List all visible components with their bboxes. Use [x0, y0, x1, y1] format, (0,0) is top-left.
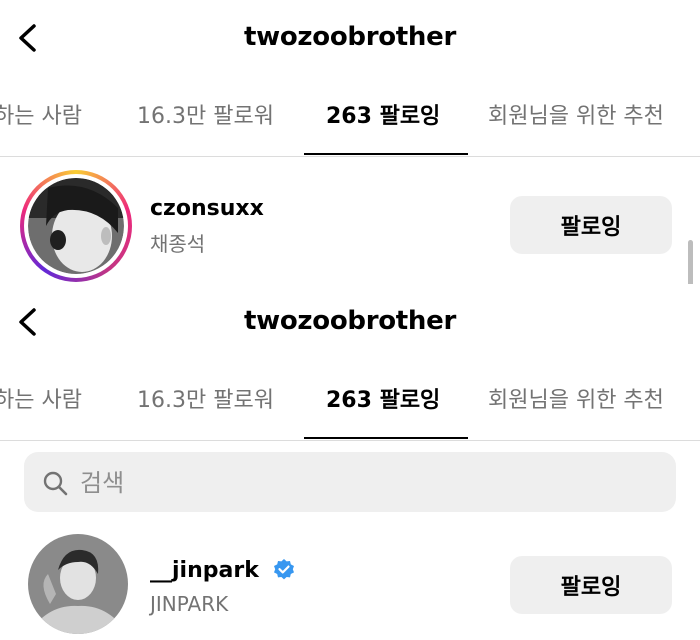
tab-followers[interactable]: 16.3만 팔로워	[137, 382, 274, 414]
following-screen-bottom: twozoobrother 하는 사람 16.3만 팔로워 263 팔로잉 회원…	[0, 284, 700, 640]
avatar-image	[28, 534, 128, 634]
username[interactable]: czonsuxx	[150, 196, 264, 221]
page-title: twozoobrother	[244, 306, 456, 336]
avatar[interactable]	[28, 534, 128, 634]
list-item[interactable]: czonsuxx 채종석 팔로잉	[0, 170, 700, 282]
tab-bar: 하는 사람 16.3만 팔로워 263 팔로잉 회원님을 위한 추천	[0, 362, 700, 441]
tab-suggested[interactable]: 회원님을 위한 추천	[488, 98, 664, 130]
list-item[interactable]: __jinpark JINPARK 팔로잉	[0, 534, 700, 640]
username[interactable]: __jinpark	[150, 558, 259, 583]
search-input[interactable]	[78, 462, 642, 504]
full-name: 채종석	[150, 232, 206, 256]
avatar	[28, 178, 124, 274]
tab-following[interactable]: 263 팔로잉	[326, 382, 440, 414]
verified-badge-icon	[274, 559, 294, 580]
scrollbar[interactable]	[688, 240, 693, 284]
tab-followers[interactable]: 16.3만 팔로워	[137, 98, 274, 130]
search-icon	[43, 471, 68, 496]
following-button[interactable]: 팔로잉	[510, 196, 672, 254]
following-button[interactable]: 팔로잉	[510, 556, 672, 614]
tab-followers-in-common[interactable]: 하는 사람	[0, 98, 82, 130]
search-bar[interactable]	[24, 452, 676, 512]
story-ring[interactable]	[20, 170, 132, 282]
active-tab-indicator	[304, 437, 468, 439]
tab-following[interactable]: 263 팔로잉	[326, 98, 440, 130]
tab-followers-in-common[interactable]: 하는 사람	[0, 382, 82, 414]
page-title: twozoobrother	[244, 22, 456, 52]
header: twozoobrother	[0, 284, 700, 362]
tab-suggested[interactable]: 회원님을 위한 추천	[488, 382, 664, 414]
tab-bar: 하는 사람 16.3만 팔로워 263 팔로잉 회원님을 위한 추천	[0, 78, 700, 157]
following-screen-top: twozoobrother 하는 사람 16.3만 팔로워 263 팔로잉 회원…	[0, 0, 700, 284]
full-name: JINPARK	[150, 592, 229, 616]
active-tab-indicator	[304, 153, 468, 155]
header: twozoobrother	[0, 0, 700, 78]
